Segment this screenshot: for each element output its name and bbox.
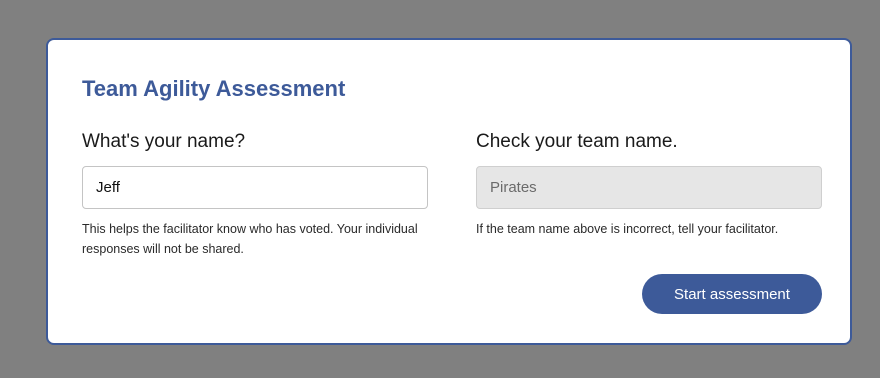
page-title: Team Agility Assessment [82,76,346,101]
name-help-text: This helps the facilitator know who has … [82,222,418,256]
team-label: Check your team name. [476,131,678,152]
assessment-card: Team Agility Assessment What's your name… [46,38,852,345]
team-section: Check your team name. If the team name a… [476,130,822,239]
name-input[interactable] [82,166,428,209]
start-assessment-button[interactable]: Start assessment [642,274,822,314]
name-label: What's your name? [82,131,246,152]
team-help-text: If the team name above is incorrect, tel… [476,222,779,236]
team-name-field [476,166,822,209]
name-section: What's your name? This helps the facilit… [82,130,428,259]
